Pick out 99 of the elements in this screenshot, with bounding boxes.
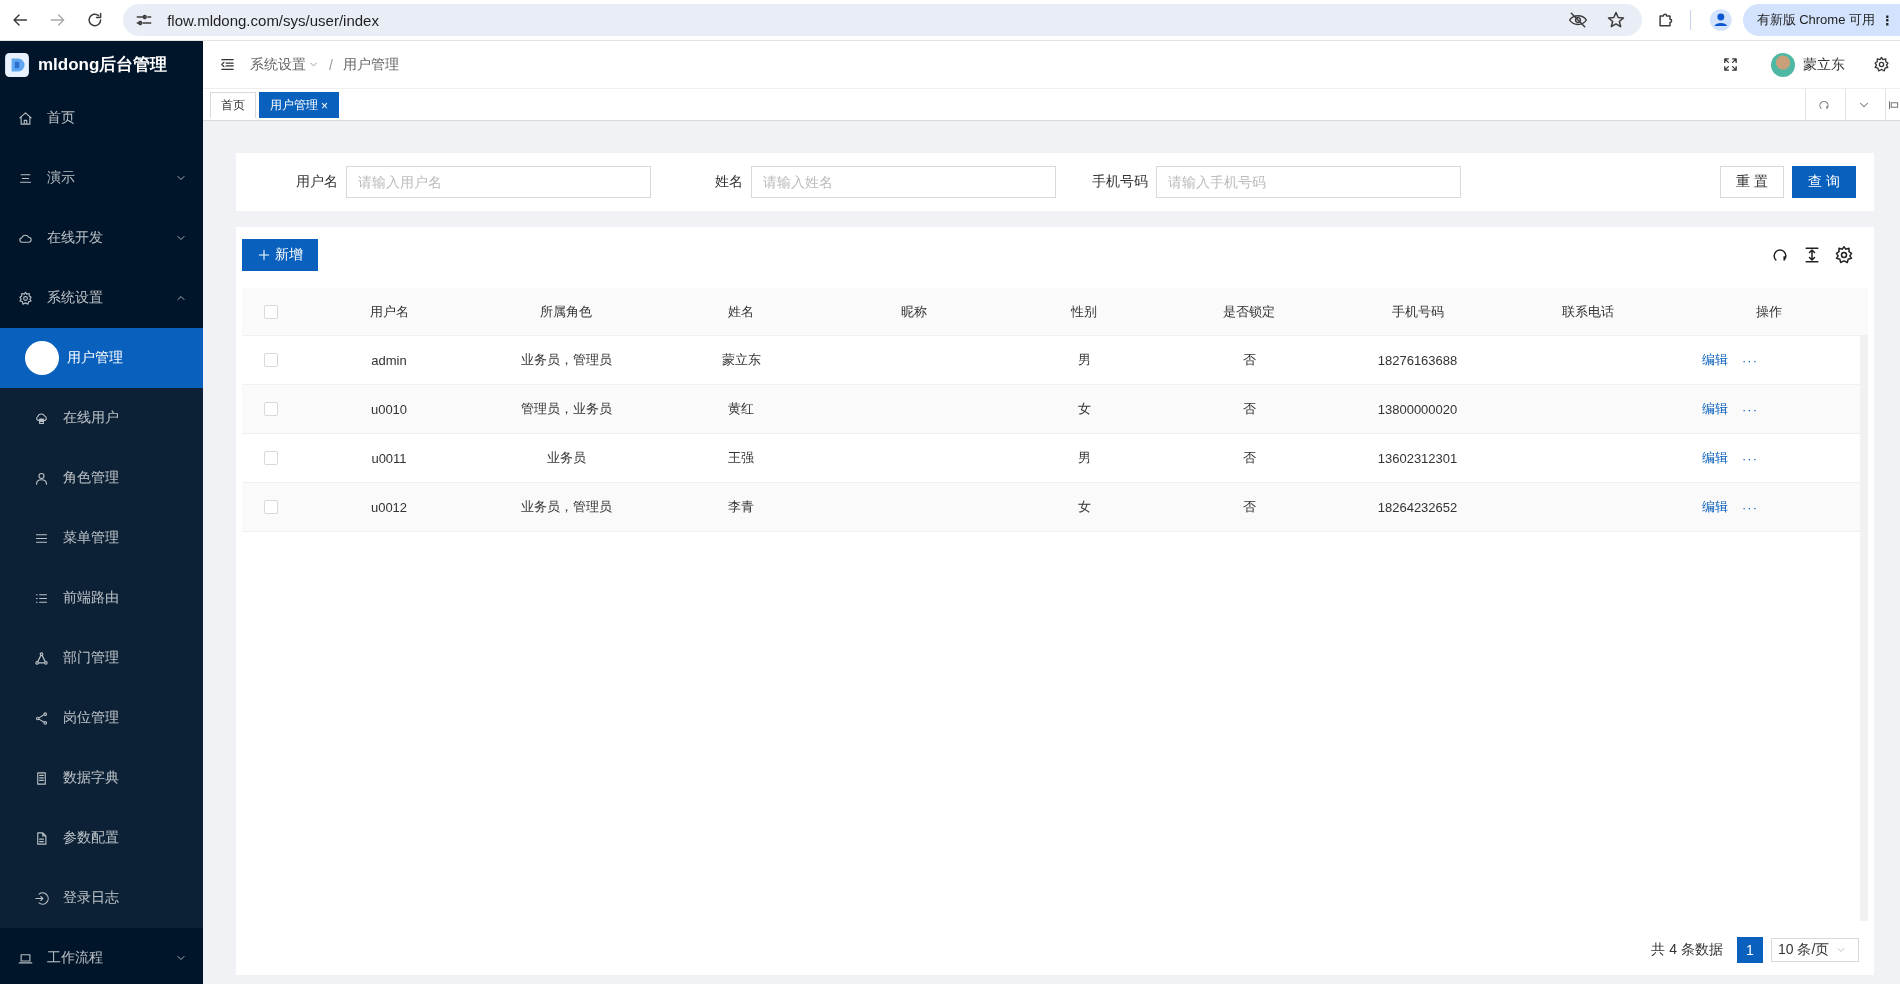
checkbox[interactable] — [264, 304, 278, 319]
submenu-item[interactable]: 前端路由 — [0, 568, 203, 628]
total-count: 共 4 条数据 — [1651, 941, 1723, 959]
menu-item[interactable]: 系统设置 — [0, 268, 203, 328]
menu-item[interactable]: 在线开发 — [0, 208, 203, 268]
table-cell: 18276163688 — [1377, 352, 1458, 368]
logo-icon — [4, 51, 30, 78]
table-cell: 否 — [1242, 351, 1256, 369]
checkbox[interactable] — [264, 353, 278, 367]
table-cell: 18264232652 — [1377, 499, 1458, 515]
input-field[interactable]: 请输入姓名 — [751, 166, 1056, 198]
breadcrumb-item[interactable]: 用户管理 — [342, 55, 399, 74]
url-text: flow.mldong.com/sys/user/index — [167, 11, 379, 29]
breadcrumb-item[interactable]: 系统设置 — [250, 55, 306, 74]
file-icon — [34, 830, 49, 846]
edit-link[interactable]: 编辑 — [1702, 400, 1728, 418]
submenu-item[interactable]: 用户管理 — [0, 328, 203, 388]
table-cell: 女 — [1077, 400, 1091, 418]
plus-icon — [257, 248, 271, 262]
table-cell: 业务员，管理员 — [520, 351, 612, 369]
column-header: 操作 — [1756, 302, 1782, 321]
reset-button[interactable]: 重 置 — [1720, 166, 1785, 198]
table-cell: u0010 — [370, 401, 408, 417]
field-label: 手机号码 — [1091, 173, 1148, 191]
more-button[interactable]: ··· — [1742, 352, 1758, 368]
checkbox[interactable] — [264, 402, 278, 416]
login-icon — [34, 890, 49, 906]
column-header: 联系电话 — [1561, 302, 1614, 321]
home-icon — [18, 110, 33, 126]
page-size-select[interactable]: 10 条/页 — [1771, 938, 1859, 962]
table-cell: 男 — [1077, 449, 1091, 467]
menu-item[interactable]: 演示 — [0, 148, 203, 208]
update-button[interactable]: 有新版 Chrome 可用 ⋮ — [1742, 4, 1900, 36]
table-cell: 男 — [1077, 351, 1091, 369]
submenu-item[interactable]: 数据字典 — [0, 748, 203, 808]
page-tab[interactable]: 用户管理 × — [259, 92, 339, 118]
breadcrumb-separator: / — [329, 56, 333, 73]
profile-icon[interactable] — [1708, 8, 1733, 32]
column-height-icon[interactable] — [1802, 245, 1822, 265]
address-bar[interactable]: flow.mldong.com/sys/user/index — [123, 4, 1643, 36]
submenu-item[interactable]: 岗位管理 — [0, 688, 203, 748]
circle-icon — [25, 341, 59, 375]
table-cell: 蒙立东 — [721, 351, 761, 369]
table-cell: 王强 — [728, 449, 754, 467]
submenu-item[interactable]: 角色管理 — [0, 448, 203, 508]
input-field[interactable]: 请输入用户名 — [346, 166, 651, 198]
submenu-item[interactable]: 参数配置 — [0, 808, 203, 868]
settings-icon[interactable] — [1834, 245, 1854, 265]
more-button[interactable]: ··· — [1742, 401, 1758, 417]
table-cell: 业务员 — [546, 449, 586, 467]
checkbox[interactable] — [264, 500, 278, 514]
cloud-icon — [34, 410, 49, 426]
more-button[interactable]: ··· — [1742, 450, 1758, 466]
query-button[interactable]: 查 询 — [1792, 166, 1856, 198]
table-cell: 李青 — [728, 498, 754, 516]
user-name[interactable]: 蒙立东 — [1803, 55, 1845, 74]
table-cell: 黄红 — [728, 400, 754, 418]
edit-link[interactable]: 编辑 — [1702, 498, 1728, 516]
input-field[interactable]: 请输入手机号码 — [1156, 166, 1461, 198]
submenu-item[interactable]: 菜单管理 — [0, 508, 203, 568]
table-cell: admin — [371, 352, 407, 368]
edit-link[interactable]: 编辑 — [1702, 449, 1728, 467]
edit-link[interactable]: 编辑 — [1702, 351, 1728, 369]
table-cell: 管理员，业务员 — [520, 400, 612, 418]
column-header: 手机号码 — [1391, 302, 1444, 321]
table-cell: 业务员，管理员 — [520, 498, 612, 516]
column-header: 昵称 — [901, 302, 927, 321]
table-cell: 否 — [1242, 400, 1256, 418]
field-label: 用户名 — [295, 173, 338, 191]
page-tab[interactable]: 首页 — [210, 92, 256, 118]
page-number[interactable]: 1 — [1737, 937, 1763, 963]
column-header: 姓名 — [728, 302, 754, 321]
table-cell: 13602312301 — [1377, 450, 1458, 466]
network-icon — [34, 650, 49, 666]
table-cell: u0012 — [370, 499, 408, 515]
column-header: 所属角色 — [540, 302, 592, 321]
share-icon — [34, 710, 49, 726]
column-header: 是否锁定 — [1223, 302, 1275, 321]
fold-button[interactable] — [1885, 89, 1900, 120]
table-cell: 否 — [1242, 498, 1256, 516]
book-icon — [34, 770, 49, 786]
checkbox[interactable] — [264, 451, 278, 465]
submenu-item[interactable]: 登录日志 — [0, 868, 203, 928]
table-cell: 女 — [1077, 498, 1091, 516]
table-cell: 13800000020 — [1377, 401, 1458, 417]
person-icon — [34, 470, 49, 486]
field-label: 姓名 — [714, 173, 743, 191]
submenu-item[interactable]: 部门管理 — [0, 628, 203, 688]
submenu-item[interactable]: 在线用户 — [0, 388, 203, 448]
add-button[interactable]: 新增 — [242, 239, 318, 271]
column-header: 性别 — [1071, 302, 1097, 321]
menu-item[interactable]: 工作流程 — [0, 928, 203, 984]
settings-icon — [18, 290, 33, 306]
app-title: mldong后台管理 — [38, 54, 168, 76]
column-header: 用户名 — [369, 302, 409, 321]
menu-item[interactable]: 首页 — [0, 88, 203, 148]
table-cell: 否 — [1242, 449, 1256, 467]
table-cell: u0011 — [371, 450, 407, 466]
more-button[interactable]: ··· — [1742, 499, 1758, 515]
